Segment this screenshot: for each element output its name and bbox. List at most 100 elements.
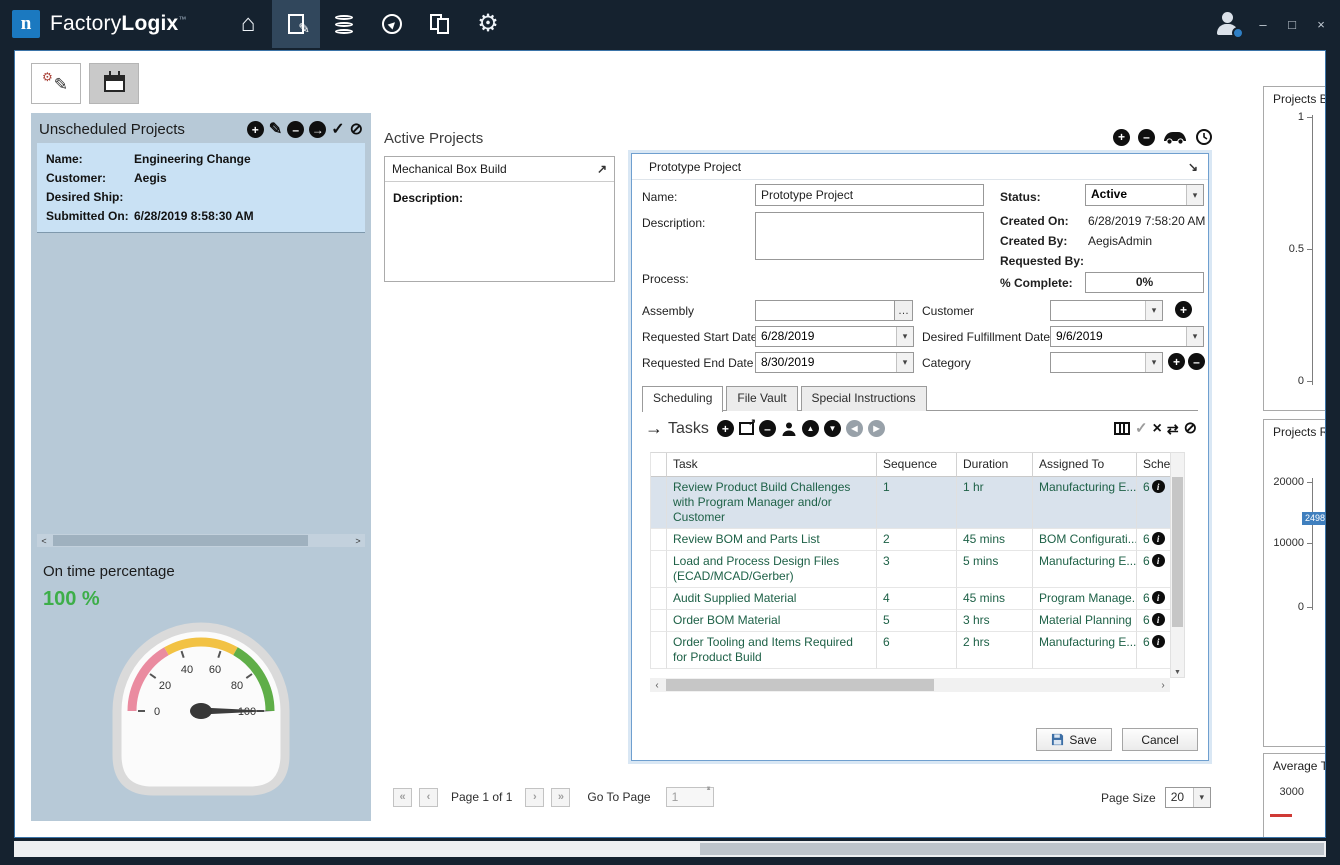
save-button[interactable]: Save xyxy=(1036,728,1112,751)
assembly-browse-button[interactable]: … xyxy=(894,301,912,320)
hscroll-right-arrow[interactable]: › xyxy=(1156,680,1170,691)
requested-start-select[interactable]: 6/28/2019 ▾ xyxy=(755,326,914,347)
row-selector[interactable] xyxy=(651,529,667,551)
vscroll-thumb[interactable] xyxy=(1172,477,1183,627)
columns-icon[interactable] xyxy=(1114,422,1130,435)
expand-icon[interactable]: ↗ xyxy=(597,162,607,176)
tab-scheduling-calendar[interactable] xyxy=(89,63,139,104)
task-row[interactable]: Load and Process Design Files (ECAD/MCAD… xyxy=(651,551,1170,588)
edit-project-button[interactable]: ✎ xyxy=(269,122,282,138)
unscheduled-horizontal-scrollbar[interactable]: < > xyxy=(37,534,365,547)
nav-navigator[interactable]: ▶ xyxy=(368,0,416,48)
accept-project-button[interactable]: ✓ xyxy=(331,122,344,138)
add-task-button[interactable]: + xyxy=(717,420,734,437)
requested-end-select[interactable]: 8/30/2019 ▾ xyxy=(755,352,914,373)
task-row[interactable]: Review BOM and Parts List 2 45 mins BOM … xyxy=(651,529,1170,551)
move-task-down-button[interactable]: ▼ xyxy=(824,420,841,437)
move-project-button[interactable]: → xyxy=(309,121,326,138)
customer-select[interactable]: ▾ xyxy=(1050,300,1163,321)
maximize-button[interactable]: □ xyxy=(1285,17,1299,32)
tab-special-instructions[interactable]: Special Instructions xyxy=(801,386,927,411)
tab-file-vault[interactable]: File Vault xyxy=(726,386,797,411)
hscroll-left-arrow[interactable]: ‹ xyxy=(650,680,664,691)
assign-person-button[interactable] xyxy=(781,421,797,437)
next-page-button[interactable]: › xyxy=(525,788,544,807)
task-row[interactable]: Order BOM Material 5 3 hrs Material Plan… xyxy=(651,610,1170,632)
nav-reports[interactable] xyxy=(416,0,464,48)
header-sequence[interactable]: Sequence xyxy=(877,453,957,477)
hscroll-thumb[interactable] xyxy=(666,679,934,691)
task-row[interactable]: Order Tooling and Items Required for Pro… xyxy=(651,632,1170,669)
window-scrollbar-thumb[interactable] xyxy=(700,843,1324,855)
info-icon[interactable]: i xyxy=(1152,613,1165,626)
move-task-up-button[interactable]: ▲ xyxy=(802,420,819,437)
remove-project-button[interactable]: – xyxy=(287,121,304,138)
category-select[interactable]: ▾ xyxy=(1050,352,1163,373)
header-schedule[interactable]: Sche xyxy=(1137,453,1171,477)
pin-icon[interactable]: ↘ xyxy=(1188,160,1198,174)
dropdown-arrow-icon[interactable]: ▾ xyxy=(1186,185,1203,205)
row-selector[interactable] xyxy=(651,588,667,610)
description-textarea[interactable] xyxy=(755,212,984,260)
vehicle-icon[interactable] xyxy=(1163,130,1187,145)
unscheduled-project-card[interactable]: Name:Engineering Change Customer:Aegis D… xyxy=(37,143,365,233)
info-icon[interactable]: i xyxy=(1152,554,1165,567)
tab-scheduling[interactable]: Scheduling xyxy=(642,386,723,412)
move-task-right-button[interactable]: ▶ xyxy=(868,420,885,437)
scrollbar-track[interactable] xyxy=(51,534,351,547)
move-task-left-button[interactable]: ◀ xyxy=(846,420,863,437)
user-account-button[interactable] xyxy=(1214,11,1241,37)
minimize-button[interactable]: – xyxy=(1256,17,1270,32)
clock-icon[interactable] xyxy=(1195,128,1213,146)
clear-filter-button[interactable]: ⊘ xyxy=(350,122,363,138)
header-assigned-to[interactable]: Assigned To xyxy=(1033,453,1137,477)
row-selector[interactable] xyxy=(651,477,667,529)
row-selector[interactable] xyxy=(651,551,667,588)
tab-configuration[interactable]: ⚙ ✎ xyxy=(31,63,81,104)
tasks-horizontal-scrollbar[interactable]: ‹ › xyxy=(650,678,1170,692)
nav-materials[interactable] xyxy=(320,0,368,48)
cancel-tasks-button[interactable]: × xyxy=(1153,421,1162,437)
scroll-right-arrow[interactable]: > xyxy=(351,536,365,546)
clear-tasks-button[interactable]: ⊘ xyxy=(1184,421,1197,437)
status-select[interactable]: Active ▾ xyxy=(1085,184,1204,206)
dropdown-arrow-icon[interactable]: ▾ xyxy=(1145,353,1162,372)
row-selector[interactable] xyxy=(651,610,667,632)
dropdown-arrow-icon[interactable]: ▾ xyxy=(1186,327,1203,346)
cancel-button[interactable]: Cancel xyxy=(1122,728,1198,751)
info-icon[interactable]: i xyxy=(1152,635,1165,648)
prev-page-button[interactable]: ‹ xyxy=(419,788,438,807)
shuffle-tasks-button[interactable]: ⇄ xyxy=(1167,422,1179,436)
nav-production-editor[interactable]: ✎ xyxy=(272,0,320,48)
window-horizontal-scrollbar[interactable] xyxy=(14,841,1326,857)
dropdown-arrow-icon[interactable]: ▾ xyxy=(1193,788,1210,807)
add-project-button[interactable]: + xyxy=(247,121,264,138)
assembly-input[interactable] xyxy=(756,301,894,320)
row-selector[interactable] xyxy=(651,632,667,669)
remove-task-button[interactable]: – xyxy=(759,420,776,437)
add-active-project-button[interactable]: + xyxy=(1113,129,1130,146)
tasks-vertical-scrollbar[interactable]: ▼ xyxy=(1170,452,1185,678)
dropdown-arrow-icon[interactable]: ▾ xyxy=(896,353,913,372)
task-row[interactable]: Review Product Build Challenges with Pro… xyxy=(651,477,1170,529)
info-icon[interactable]: i xyxy=(1152,480,1165,493)
remove-active-project-button[interactable]: – xyxy=(1138,129,1155,146)
accept-tasks-button[interactable]: ✓ xyxy=(1135,421,1148,436)
project-card-mechanical[interactable]: Mechanical Box Build ↗ Description: xyxy=(384,156,615,282)
vscroll-down-arrow[interactable]: ▼ xyxy=(1171,669,1184,676)
header-duration[interactable]: Duration xyxy=(957,453,1033,477)
fulfillment-select[interactable]: 9/6/2019 ▾ xyxy=(1050,326,1204,347)
last-page-button[interactable]: » xyxy=(551,788,570,807)
info-icon[interactable]: i xyxy=(1152,532,1165,545)
page-size-select[interactable]: 20 ▾ xyxy=(1165,787,1211,808)
scrollbar-thumb[interactable] xyxy=(53,535,308,546)
first-page-button[interactable]: « xyxy=(393,788,412,807)
scroll-left-arrow[interactable]: < xyxy=(37,536,51,546)
hscroll-track[interactable] xyxy=(664,678,1156,692)
name-input[interactable] xyxy=(755,184,984,206)
add-customer-button[interactable]: + xyxy=(1175,301,1192,318)
dropdown-arrow-icon[interactable]: ▾ xyxy=(1145,301,1162,320)
assembly-field[interactable]: … xyxy=(755,300,913,321)
nav-settings[interactable]: ⚙ xyxy=(464,0,512,48)
remove-category-button[interactable]: – xyxy=(1188,353,1205,370)
